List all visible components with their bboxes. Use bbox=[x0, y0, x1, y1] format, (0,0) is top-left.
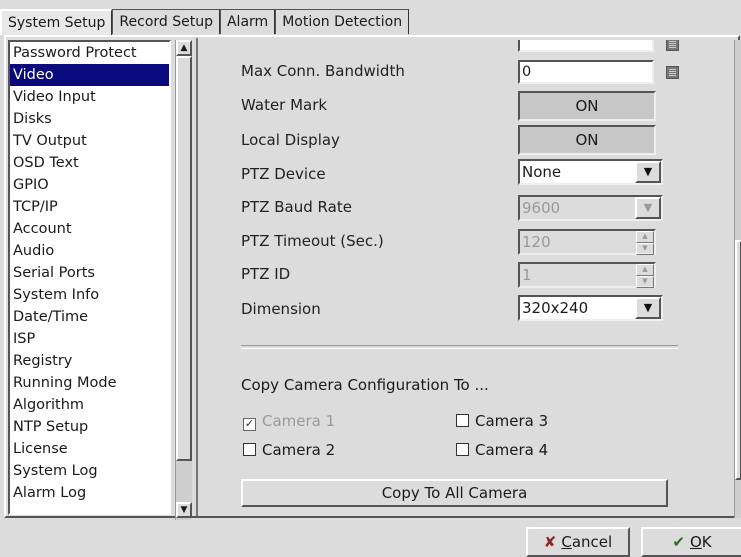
sidebar-item-algorithm[interactable]: Algorithm bbox=[10, 394, 169, 416]
cancel-label: ancel bbox=[571, 533, 613, 551]
sidebar-item-isp[interactable]: ISP bbox=[10, 328, 169, 350]
chevron-down-icon[interactable]: ▼ bbox=[635, 297, 661, 319]
ptz-id-value: 1 bbox=[522, 266, 532, 284]
sidebar-item-tcp-ip[interactable]: TCP/IP bbox=[10, 196, 169, 218]
max-conn-bandwidth-input[interactable]: 0 bbox=[518, 60, 654, 84]
camera-2-checkbox[interactable]: Camera 2 bbox=[243, 441, 335, 459]
checkmark-icon: ✓ bbox=[243, 417, 256, 431]
ptz-id-label: PTZ ID bbox=[241, 265, 291, 283]
sidebar-item-license[interactable]: License bbox=[10, 438, 169, 460]
camera-3-label: Camera 3 bbox=[475, 412, 549, 430]
sidebar-item-date-time[interactable]: Date/Time bbox=[10, 306, 169, 328]
water-mark-toggle[interactable]: ON bbox=[518, 91, 656, 121]
dimension-select[interactable]: 320x240 ▼ bbox=[518, 295, 663, 321]
checkbox-icon bbox=[456, 414, 469, 427]
chevron-down-icon[interactable]: ▼ bbox=[635, 161, 661, 183]
ok-mnemonic: O bbox=[689, 533, 702, 551]
spin-arrows-icon[interactable]: ▲ ▼ bbox=[636, 264, 654, 288]
camera-3-checkbox[interactable]: Camera 3 bbox=[456, 412, 548, 430]
sidebar-item-tv-output[interactable]: TV Output bbox=[10, 130, 169, 152]
camera-1-checkbox[interactable]: ✓ Camera 1 bbox=[243, 412, 335, 431]
sidebar-item-system-info[interactable]: System Info bbox=[10, 284, 169, 306]
ptz-timeout-label: PTZ Timeout (Sec.) bbox=[241, 232, 384, 250]
dimension-label: Dimension bbox=[241, 300, 321, 318]
dimension-value: 320x240 bbox=[522, 299, 589, 317]
ptz-device-select[interactable]: None ▼ bbox=[518, 159, 663, 185]
sidebar-item-video-input[interactable]: Video Input bbox=[10, 86, 169, 108]
sidebar-item-ntp-setup[interactable]: NTP Setup bbox=[10, 416, 169, 438]
ok-label: K bbox=[701, 533, 712, 551]
ptz-baud-rate-label: PTZ Baud Rate bbox=[241, 198, 352, 216]
settings-category-list[interactable]: Password Protect Video Video Input Disks TV … bbox=[8, 40, 171, 515]
keypad-icon[interactable] bbox=[666, 66, 679, 79]
sidebar-item-audio[interactable]: Audio bbox=[10, 240, 169, 262]
sidebar-item-password-protect[interactable]: Password Protect bbox=[10, 42, 169, 64]
content-divider bbox=[196, 38, 198, 516]
tab-bar: System Setup Record Setup Alarm Motion D… bbox=[0, 9, 410, 35]
content-scrollbar[interactable] bbox=[734, 40, 741, 518]
cancel-button[interactable]: ✘ Cancel bbox=[526, 527, 630, 557]
checkbox-icon bbox=[456, 443, 469, 456]
water-mark-label: Water Mark bbox=[241, 96, 328, 114]
sidebar-item-account[interactable]: Account bbox=[10, 218, 169, 240]
copy-config-title: Copy Camera Configuration To ... bbox=[241, 376, 489, 394]
sidebar-item-gpio[interactable]: GPIO bbox=[10, 174, 169, 196]
ptz-timeout-value: 120 bbox=[522, 233, 551, 251]
spin-arrows-icon[interactable]: ▲ ▼ bbox=[636, 231, 654, 255]
ptz-timeout-spinbox[interactable]: 120 ▲ ▼ bbox=[518, 229, 656, 255]
local-display-toggle[interactable]: ON bbox=[518, 125, 656, 155]
camera-4-checkbox[interactable]: Camera 4 bbox=[456, 441, 548, 459]
scroll-down-icon[interactable]: ▼ bbox=[176, 502, 192, 518]
checkbox-icon bbox=[243, 443, 256, 456]
video-settings-panel: Max Conn. Bandwidth 0 Water Mark ON Loca… bbox=[200, 40, 735, 515]
copy-to-all-camera-button[interactable]: Copy To All Camera bbox=[241, 479, 668, 507]
sidebar-item-disks[interactable]: Disks bbox=[10, 108, 169, 130]
partial-hidden-icon bbox=[666, 40, 679, 51]
camera-4-label: Camera 4 bbox=[475, 441, 549, 459]
sidebar-item-alarm-log[interactable]: Alarm Log bbox=[10, 482, 169, 504]
ok-button[interactable]: ✔ OK bbox=[641, 527, 741, 557]
tab-motion-detection[interactable]: Motion Detection bbox=[275, 9, 410, 34]
camera-1-label: Camera 1 bbox=[262, 412, 336, 430]
sidebar-item-registry[interactable]: Registry bbox=[10, 350, 169, 372]
chevron-down-icon[interactable]: ▼ bbox=[635, 197, 661, 219]
local-display-label: Local Display bbox=[241, 131, 340, 149]
sidebar-item-osd-text[interactable]: OSD Text bbox=[10, 152, 169, 174]
scroll-up-icon[interactable]: ▲ bbox=[176, 40, 192, 56]
tab-system-setup[interactable]: System Setup bbox=[0, 9, 113, 35]
sidebar-scroll-thumb[interactable] bbox=[176, 56, 192, 461]
sidebar-item-running-mode[interactable]: Running Mode bbox=[10, 372, 169, 394]
ptz-baud-rate-value: 9600 bbox=[522, 199, 561, 217]
sidebar-item-serial-ports[interactable]: Serial Ports bbox=[10, 262, 169, 284]
max-conn-bandwidth-label: Max Conn. Bandwidth bbox=[241, 62, 405, 80]
ptz-device-value: None bbox=[522, 163, 562, 181]
tab-record-setup[interactable]: Record Setup bbox=[112, 9, 220, 34]
partial-hidden-field bbox=[518, 40, 654, 52]
section-separator bbox=[241, 345, 678, 349]
tab-alarm[interactable]: Alarm bbox=[219, 9, 276, 34]
sidebar-item-system-log[interactable]: System Log bbox=[10, 460, 169, 482]
content-scroll-thumb[interactable] bbox=[735, 240, 741, 480]
checkmark-icon: ✔ bbox=[672, 533, 685, 551]
ptz-baud-rate-select[interactable]: 9600 ▼ bbox=[518, 195, 663, 221]
sidebar-scrollbar[interactable]: ▲ ▼ bbox=[175, 40, 192, 520]
cancel-mnemonic: C bbox=[561, 533, 572, 551]
cancel-x-icon: ✘ bbox=[543, 533, 557, 551]
sidebar-item-video[interactable]: Video bbox=[10, 64, 169, 86]
camera-2-label: Camera 2 bbox=[262, 441, 336, 459]
ptz-id-spinbox[interactable]: 1 ▲ ▼ bbox=[518, 262, 656, 288]
ptz-device-label: PTZ Device bbox=[241, 165, 326, 183]
